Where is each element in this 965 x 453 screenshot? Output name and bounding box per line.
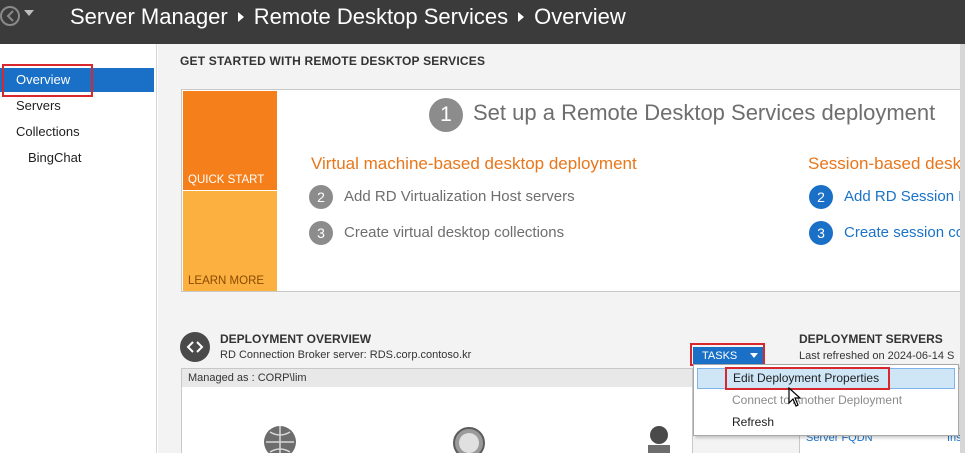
user-icon	[648, 426, 670, 453]
tasks-button[interactable]: TASKS	[693, 347, 765, 365]
create-virtual-desktop-collections-link[interactable]: Create virtual desktop collections	[344, 224, 564, 241]
deployment-overview-title: DEPLOYMENT OVERVIEW	[220, 332, 372, 346]
breadcrumb-item[interactable]: Server Manager	[70, 4, 228, 29]
scrollbar[interactable]	[960, 44, 965, 453]
session-deployment-heading[interactable]: Session-based desk	[808, 154, 961, 174]
sidebar: Overview Servers Collections BingChat	[0, 44, 157, 453]
last-refreshed-label: Last refreshed on 2024-06-14 S	[799, 350, 955, 362]
back-arrow-icon	[6, 10, 14, 22]
mouse-cursor-icon	[788, 387, 802, 407]
title-bar: Server Manager Remote Desktop Services Ove…	[0, 0, 965, 44]
chevron-down-icon	[750, 353, 758, 358]
breadcrumb: Server Manager Remote Desktop Services Ove…	[70, 4, 626, 30]
menu-item-refresh[interactable]: Refresh	[697, 412, 955, 433]
step-number: 2	[309, 185, 333, 209]
sidebar-item-bingchat[interactable]: BingChat	[0, 146, 154, 170]
tasks-menu: Edit Deployment Properties Connect to An…	[693, 364, 959, 436]
quick-start-label: QUICK START	[188, 174, 265, 186]
learn-more-tile[interactable]: LEARN MORE	[183, 191, 277, 291]
sidebar-item-collections[interactable]: Collections	[0, 120, 154, 144]
quick-start-panel: QUICK START LEARN MORE 1 Set up a Remote…	[181, 89, 965, 292]
step-title[interactable]: Set up a Remote Desktop Services deploym…	[473, 100, 935, 126]
step-number: 1	[429, 98, 463, 132]
add-virtualization-host-link[interactable]: Add RD Virtualization Host servers	[344, 188, 575, 205]
managed-as-label: Managed as : CORP\lim	[182, 369, 692, 387]
history-dropdown-icon[interactable]	[24, 10, 34, 16]
section-title: GET STARTED WITH REMOTE DESKTOP SERVICES	[180, 54, 486, 68]
menu-item-edit-deployment-properties[interactable]: Edit Deployment Properties	[697, 368, 955, 389]
breadcrumb-item[interactable]: Remote Desktop Services	[254, 4, 508, 29]
server-disk-icon	[453, 427, 485, 453]
connection-broker-label: RD Connection Broker server: RDS.corp.co…	[220, 349, 472, 361]
learn-more-label: LEARN MORE	[188, 275, 265, 287]
breadcrumb-separator-icon	[518, 11, 525, 22]
globe-icon	[264, 426, 296, 453]
remote-desktop-icon	[180, 332, 210, 362]
tasks-label: TASKS	[702, 350, 738, 362]
vm-deployment-heading[interactable]: Virtual machine-based desktop deployment	[311, 154, 637, 174]
quick-start-tile[interactable]: QUICK START	[183, 91, 277, 190]
sidebar-item-servers[interactable]: Servers	[0, 94, 154, 118]
step-number: 2	[809, 185, 833, 209]
deployment-servers-title: DEPLOYMENT SERVERS	[799, 332, 943, 346]
deployment-overview-panel: Managed as : CORP\lim	[181, 368, 693, 453]
breadcrumb-separator-icon	[237, 11, 244, 22]
sidebar-item-overview[interactable]: Overview	[0, 68, 154, 92]
breadcrumb-item: Overview	[534, 4, 626, 29]
back-button[interactable]	[0, 6, 20, 26]
create-session-collections-link[interactable]: Create session co	[844, 224, 964, 241]
step-number: 3	[809, 221, 833, 245]
add-rd-session-host-link[interactable]: Add RD Session H	[844, 188, 965, 205]
menu-item-connect-another-deployment[interactable]: Connect to Another Deployment	[697, 390, 955, 411]
step-number: 3	[309, 221, 333, 245]
